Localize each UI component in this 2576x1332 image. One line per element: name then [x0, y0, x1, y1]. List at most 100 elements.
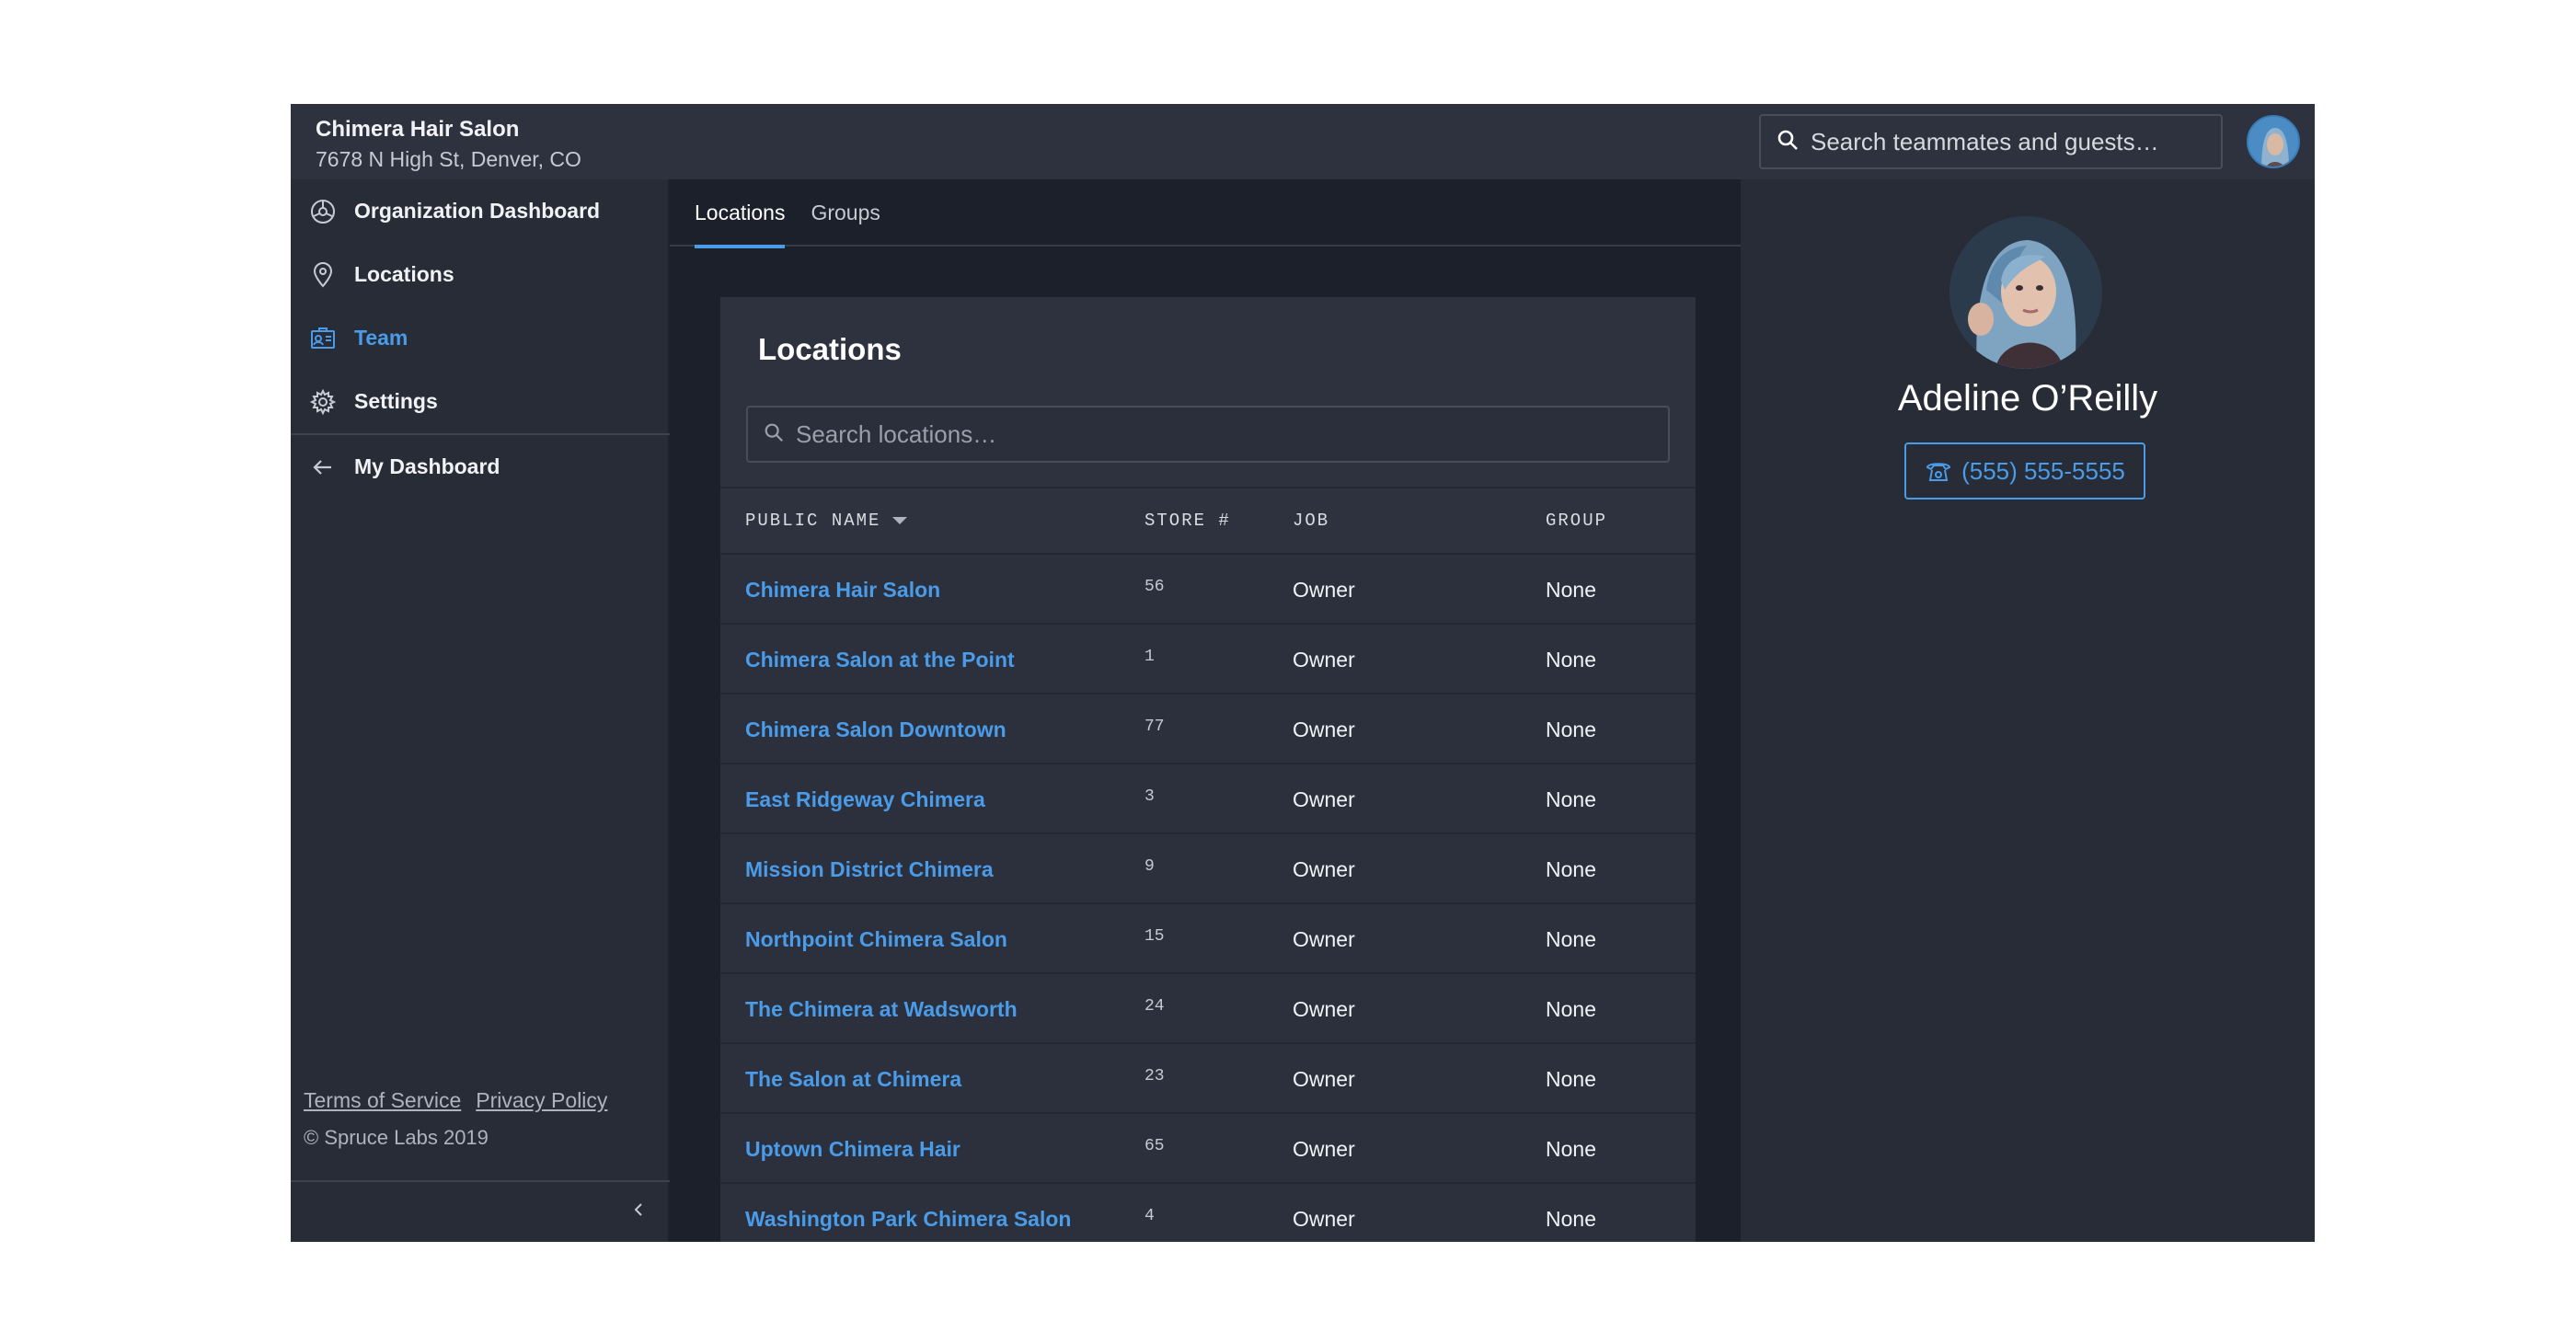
- location-name-link[interactable]: The Salon at Chimera: [745, 1044, 961, 1114]
- org-header[interactable]: Chimera Hair Salon 7678 N High St, Denve…: [291, 104, 670, 179]
- sidebar-item-my-dashboard[interactable]: My Dashboard: [291, 435, 670, 499]
- group-name: None: [1546, 1066, 1596, 1091]
- table-row: Chimera Hair Salon 56 Owner None: [720, 555, 1696, 625]
- table-row: The Chimera at Wadsworth 24 Owner None: [720, 974, 1696, 1044]
- group-name: None: [1546, 1206, 1596, 1231]
- location-name-link[interactable]: Chimera Salon Downtown: [745, 695, 1006, 764]
- job-title: Owner: [1293, 856, 1355, 881]
- dashboard-icon: [308, 197, 338, 226]
- job-title: Owner: [1293, 717, 1355, 741]
- table-row: Washington Park Chimera Salon 4 Owner No…: [720, 1184, 1696, 1242]
- location-name-link[interactable]: Uptown Chimera Hair: [745, 1114, 960, 1184]
- arrow-left-icon: [308, 453, 338, 482]
- location-search-input[interactable]: [796, 419, 1624, 449]
- column-header-public-name[interactable]: PUBLIC NAME: [745, 511, 908, 531]
- collapse-sidebar-button[interactable]: [291, 1180, 670, 1242]
- locations-table-body: Chimera Hair Salon 56 Owner None Chimera…: [720, 555, 1696, 1242]
- sidebar: Chimera Hair Salon 7678 N High St, Denve…: [291, 104, 670, 1242]
- sidebar-item-label: Locations: [354, 262, 454, 286]
- tab-groups[interactable]: Groups: [811, 179, 880, 247]
- store-number: 9: [1144, 857, 1155, 876]
- search-icon: [763, 421, 785, 448]
- location-name-link[interactable]: Washington Park Chimera Salon: [745, 1184, 1071, 1242]
- top-bar: [670, 104, 2315, 179]
- sidebar-item-label: Organization Dashboard: [354, 199, 601, 223]
- store-number: 23: [1144, 1067, 1165, 1085]
- card-title: Locations: [758, 332, 902, 366]
- location-pin-icon: [308, 260, 338, 290]
- search-icon: [1776, 128, 1800, 156]
- id-card-icon: [308, 324, 338, 353]
- table-row: The Salon at Chimera 23 Owner None: [720, 1044, 1696, 1114]
- job-title: Owner: [1293, 787, 1355, 811]
- location-name-link[interactable]: Northpoint Chimera Salon: [745, 904, 1007, 974]
- sidebar-item-team[interactable]: Team: [291, 306, 670, 370]
- job-title: Owner: [1293, 1066, 1355, 1091]
- store-number: 65: [1144, 1137, 1165, 1155]
- column-header-job[interactable]: JOB: [1293, 511, 1329, 531]
- table-row: Northpoint Chimera Salon 15 Owner None: [720, 904, 1696, 974]
- store-number: 24: [1144, 997, 1165, 1016]
- store-number: 15: [1144, 927, 1165, 946]
- app-window: Chimera Hair Salon 7678 N High St, Denve…: [291, 104, 2315, 1242]
- sidebar-item-settings[interactable]: Settings: [291, 370, 670, 433]
- copyright: © Spruce Labs 2019: [304, 1126, 489, 1149]
- avatar[interactable]: [2247, 115, 2300, 168]
- location-name-link[interactable]: East Ridgeway Chimera: [745, 764, 985, 834]
- teammate-search[interactable]: [1759, 114, 2223, 169]
- location-name-link[interactable]: Chimera Salon at the Point: [745, 625, 1015, 695]
- column-header-store[interactable]: STORE #: [1144, 511, 1231, 531]
- job-title: Owner: [1293, 647, 1355, 672]
- phone-icon: [1925, 457, 1952, 485]
- profile-name: Adeline O’Reilly: [1897, 378, 2158, 419]
- group-name: None: [1546, 647, 1596, 672]
- store-number: 4: [1144, 1207, 1155, 1225]
- job-title: Owner: [1293, 926, 1355, 951]
- column-header-group[interactable]: GROUP: [1546, 511, 1607, 531]
- tab-bar: Locations Groups: [670, 179, 1741, 248]
- phone-number: (555) 555-5555: [1961, 456, 2125, 485]
- sidebar-nav: Organization Dashboard Locations Team Se…: [291, 179, 670, 499]
- locations-card: Locations PUBLIC NAME STORE # JOB GROUP: [720, 297, 1696, 1242]
- privacy-policy-link[interactable]: Privacy Policy: [476, 1088, 607, 1113]
- location-name-link[interactable]: Chimera Hair Salon: [745, 555, 940, 625]
- table-row: Chimera Salon Downtown 77 Owner None: [720, 695, 1696, 764]
- job-title: Owner: [1293, 996, 1355, 1021]
- sidebar-item-locations[interactable]: Locations: [291, 243, 670, 306]
- org-address: 7678 N High St, Denver, CO: [316, 147, 581, 171]
- table-row: Uptown Chimera Hair 65 Owner None: [720, 1114, 1696, 1184]
- sidebar-item-label: Team: [354, 326, 408, 350]
- store-number: 1: [1144, 648, 1155, 666]
- group-name: None: [1546, 787, 1596, 811]
- job-title: Owner: [1293, 1136, 1355, 1161]
- location-name-link[interactable]: Mission District Chimera: [745, 834, 994, 904]
- tab-locations[interactable]: Locations: [695, 179, 786, 248]
- group-name: None: [1546, 996, 1596, 1021]
- sidebar-footer: Terms of Service Privacy Policy © Spruce…: [291, 1088, 670, 1150]
- gear-icon: [308, 387, 338, 417]
- sidebar-item-label: My Dashboard: [354, 454, 500, 478]
- terms-of-service-link[interactable]: Terms of Service: [304, 1088, 461, 1113]
- group-name: None: [1546, 856, 1596, 881]
- profile-panel: Adeline O’Reilly (555) 555-5555: [1741, 179, 2315, 1242]
- location-name-link[interactable]: The Chimera at Wadsworth: [745, 974, 1018, 1044]
- main-content: Locations Groups Locations PUBLIC NAME S…: [670, 179, 1741, 1242]
- store-number: 77: [1144, 718, 1165, 736]
- chevron-left-icon: [631, 1200, 646, 1223]
- table-row: Chimera Salon at the Point 1 Owner None: [720, 625, 1696, 695]
- group-name: None: [1546, 717, 1596, 741]
- sort-desc-icon: [891, 516, 908, 525]
- table-row: Mission District Chimera 9 Owner None: [720, 834, 1696, 904]
- job-title: Owner: [1293, 1206, 1355, 1231]
- profile-photo: [1949, 216, 2102, 369]
- org-name: Chimera Hair Salon: [316, 117, 520, 142]
- legal-links: Terms of Service Privacy Policy: [304, 1088, 670, 1113]
- table-row: East Ridgeway Chimera 3 Owner None: [720, 764, 1696, 834]
- location-search[interactable]: [746, 406, 1670, 463]
- job-title: Owner: [1293, 577, 1355, 602]
- store-number: 56: [1144, 578, 1165, 596]
- call-phone-button[interactable]: (555) 555-5555: [1904, 442, 2145, 500]
- teammate-search-input[interactable]: [1811, 127, 2215, 156]
- sidebar-item-label: Settings: [354, 389, 438, 413]
- sidebar-item-organization-dashboard[interactable]: Organization Dashboard: [291, 179, 670, 243]
